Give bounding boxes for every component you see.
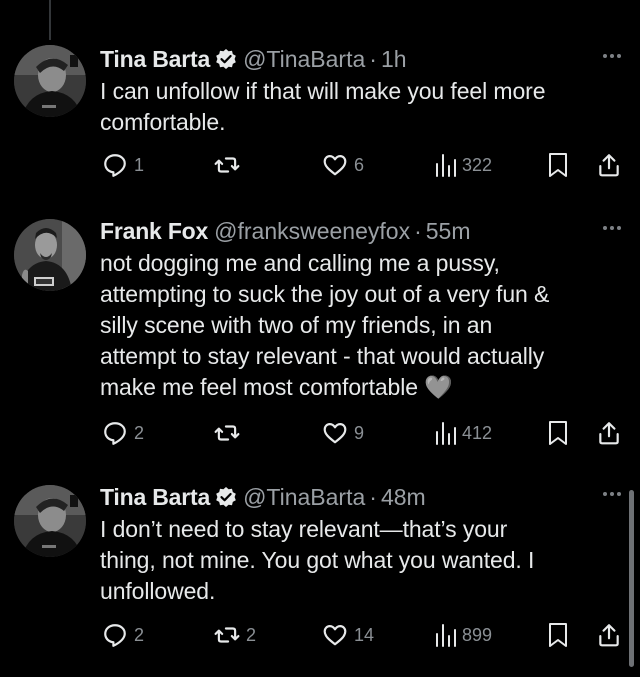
- bookmark-button[interactable]: [546, 416, 570, 450]
- retweet-button[interactable]: [214, 148, 246, 182]
- thread-line-top: [49, 0, 51, 40]
- heart-icon: [323, 155, 347, 176]
- views-chart-icon: [436, 624, 456, 647]
- reply-count: 2: [134, 422, 145, 443]
- retweet-count: 2: [246, 624, 257, 645]
- more-options-icon[interactable]: [598, 46, 626, 66]
- reply-button[interactable]: 2: [102, 618, 144, 652]
- bookmark-icon: [549, 153, 567, 177]
- verified-badge-icon: [215, 486, 237, 508]
- like-count: 6: [354, 154, 365, 175]
- like-button[interactable]: 14: [322, 618, 374, 652]
- views-chart-icon: [436, 154, 456, 177]
- reply-icon: [104, 154, 126, 177]
- retweet-icon: [214, 157, 240, 173]
- view-count: 322: [462, 154, 493, 175]
- timestamp[interactable]: 55m: [426, 218, 471, 245]
- tweet[interactable]: Tina Barta @TinaBarta · 1h I can unfollo…: [0, 40, 640, 200]
- bookmark-button[interactable]: [546, 148, 570, 182]
- tweet-header: Tina Barta @TinaBarta · 48m: [100, 480, 426, 514]
- tweet-text: I don’t need to stay relevant—that’s you…: [100, 516, 535, 604]
- verified-badge-icon: [215, 48, 237, 70]
- like-button[interactable]: 9: [322, 416, 364, 450]
- avatar[interactable]: [14, 485, 86, 557]
- display-name[interactable]: Frank Fox: [100, 218, 208, 245]
- retweet-button[interactable]: 2: [214, 618, 256, 652]
- views-button[interactable]: 322: [434, 148, 492, 182]
- tweet-text: not dogging me and calling me a pussy, a…: [100, 250, 550, 400]
- view-count: 412: [462, 422, 493, 443]
- bookmark-button[interactable]: [546, 618, 570, 652]
- bookmark-icon: [549, 421, 567, 445]
- reply-button[interactable]: 2: [102, 416, 144, 450]
- reply-count: 2: [134, 624, 145, 645]
- views-chart-icon: [436, 422, 456, 445]
- reply-count: 1: [134, 154, 145, 175]
- share-icon: [599, 624, 619, 647]
- like-count: 9: [354, 422, 365, 443]
- view-count: 899: [462, 624, 493, 645]
- tweet-header: Tina Barta @TinaBarta · 1h: [100, 42, 407, 76]
- more-options-icon[interactable]: [598, 218, 626, 238]
- reply-icon: [104, 624, 126, 647]
- heart-icon: [323, 423, 347, 444]
- retweet-icon: [214, 627, 240, 643]
- share-button[interactable]: [596, 416, 622, 450]
- reply-icon: [104, 422, 126, 445]
- share-icon: [599, 422, 619, 445]
- display-name[interactable]: Tina Barta: [100, 484, 210, 511]
- separator: ·: [414, 217, 422, 244]
- tweet[interactable]: Tina Barta @TinaBarta · 48m I don’t need…: [0, 480, 640, 670]
- share-button[interactable]: [596, 618, 622, 652]
- tweet-header: Frank Fox @franksweeneyfox · 55m: [100, 214, 471, 248]
- views-button[interactable]: 412: [434, 416, 492, 450]
- like-button[interactable]: 6: [322, 148, 364, 182]
- action-bar: 2 2 14 899: [100, 618, 630, 652]
- heart-icon: [323, 625, 347, 646]
- avatar[interactable]: [14, 45, 86, 117]
- retweet-button[interactable]: [214, 416, 246, 450]
- timestamp[interactable]: 1h: [381, 46, 407, 73]
- tweet-text: I can unfollow if that will make you fee…: [100, 78, 546, 135]
- handle[interactable]: @TinaBarta: [243, 484, 365, 511]
- separator: ·: [369, 483, 377, 510]
- share-button[interactable]: [596, 148, 622, 182]
- bookmark-icon: [549, 623, 567, 647]
- views-button[interactable]: 899: [434, 618, 492, 652]
- separator: ·: [369, 45, 377, 72]
- reply-button[interactable]: 1: [102, 148, 144, 182]
- action-bar: 2 9 412: [100, 416, 630, 450]
- handle[interactable]: @TinaBarta: [243, 46, 365, 73]
- timestamp[interactable]: 48m: [381, 484, 426, 511]
- like-count: 14: [354, 624, 375, 645]
- retweet-icon: [214, 425, 240, 441]
- display-name[interactable]: Tina Barta: [100, 46, 210, 73]
- more-options-icon[interactable]: [598, 484, 626, 504]
- scrollbar[interactable]: [629, 490, 634, 667]
- handle[interactable]: @franksweeneyfox: [214, 218, 410, 245]
- tweet[interactable]: Frank Fox @franksweeneyfox · 55m not dog…: [0, 214, 640, 464]
- share-icon: [599, 154, 619, 177]
- avatar[interactable]: [14, 219, 86, 291]
- action-bar: 1 6 322: [100, 148, 630, 182]
